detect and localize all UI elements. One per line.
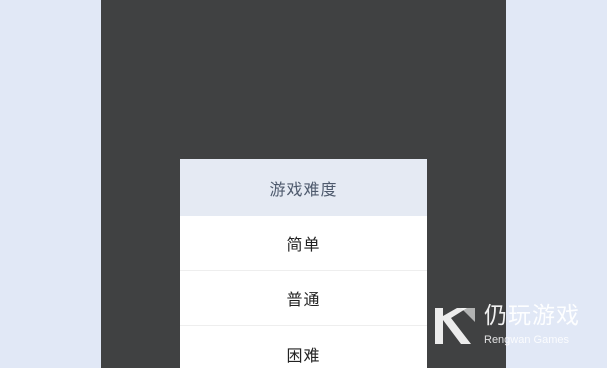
- option-easy[interactable]: 简单: [180, 216, 427, 271]
- sheet-title: 游戏难度: [180, 159, 427, 216]
- difficulty-action-sheet: 游戏难度 简单 普通 困难: [180, 159, 427, 368]
- game-screen-overlay: 游戏难度 简单 普通 困难: [101, 0, 506, 368]
- option-normal[interactable]: 普通: [180, 271, 427, 326]
- option-hard[interactable]: 困难: [180, 326, 427, 368]
